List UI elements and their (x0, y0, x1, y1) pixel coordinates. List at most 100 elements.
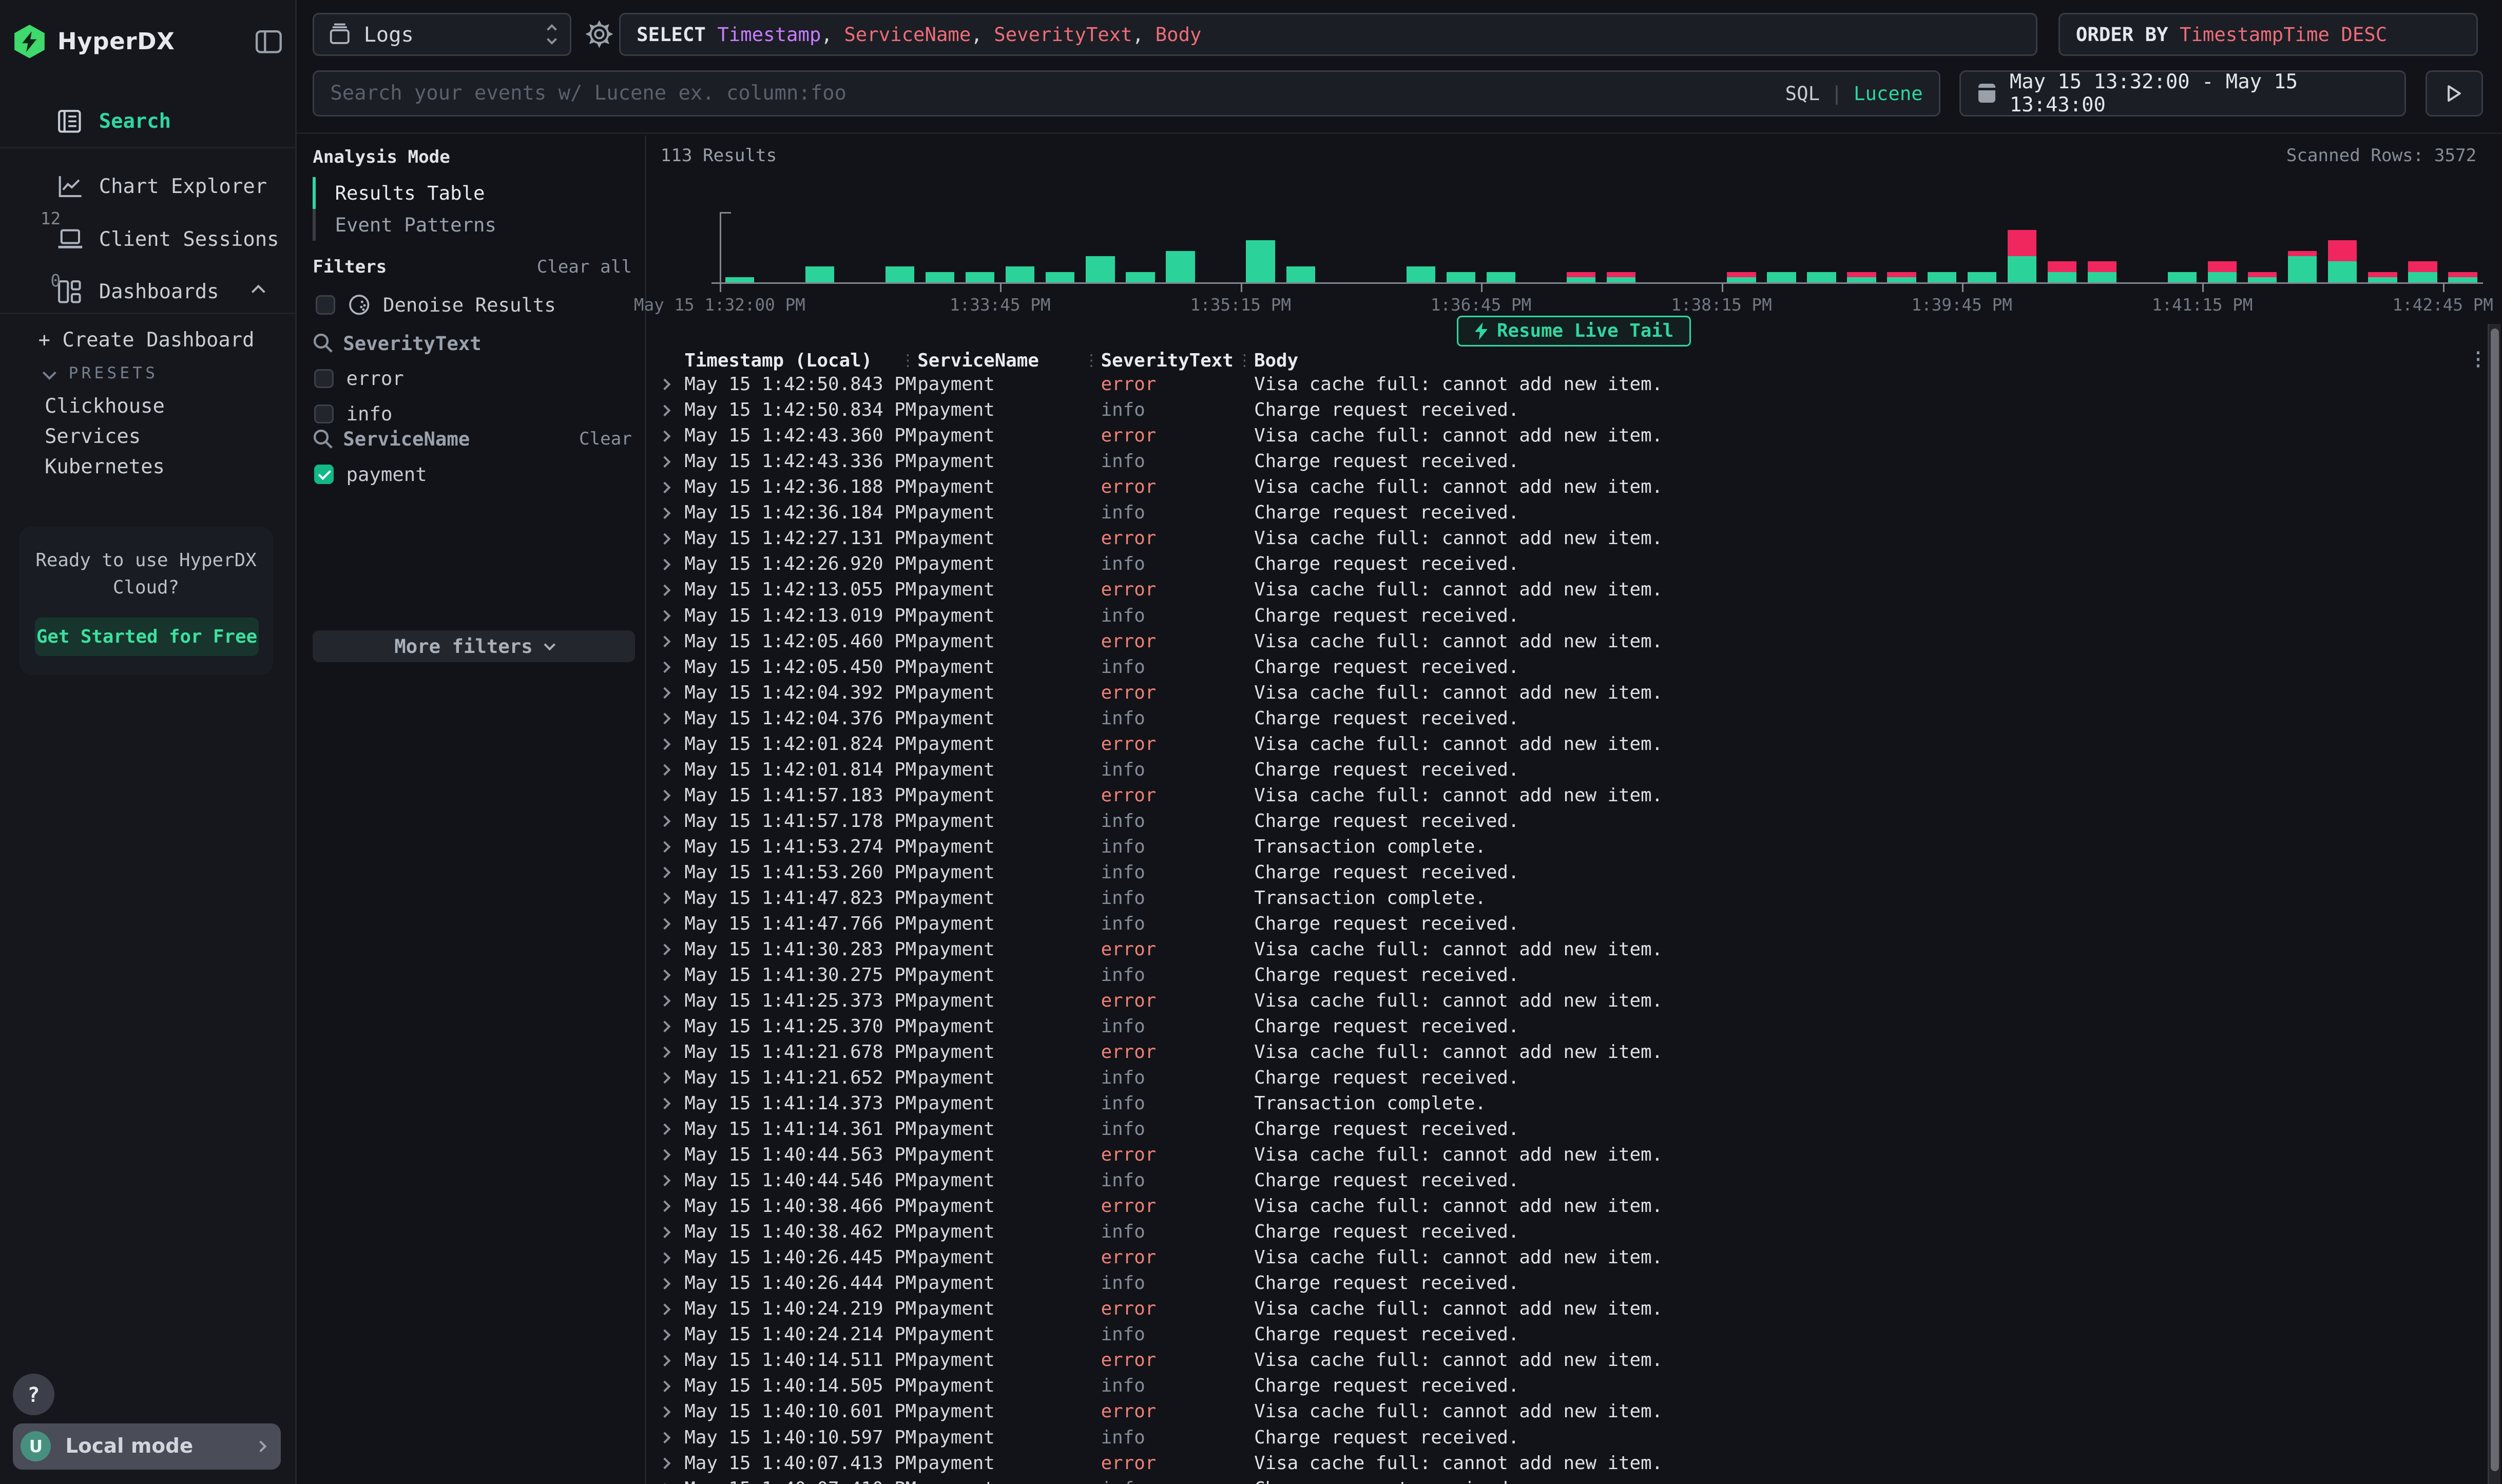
table-row[interactable]: May 15 1:42:36.188 PMpaymenterrorVisa ca… (656, 474, 2482, 500)
cell-severity: info (1101, 911, 1254, 937)
resume-live-tail-button[interactable]: Resume Live Tail (1457, 316, 1691, 346)
preset-item-kubernetes[interactable]: Kubernetes (0, 452, 295, 482)
table-row[interactable]: May 15 1:42:05.450 PMpaymentinfoCharge r… (656, 654, 2482, 680)
run-query-button[interactable] (2426, 70, 2483, 117)
cell-severity: info (1101, 1270, 1254, 1296)
lucene-search-input[interactable]: Search your events w/ Lucene ex. column:… (313, 70, 1940, 117)
clear-all-button[interactable]: Clear all (537, 257, 632, 277)
table-row[interactable]: May 15 1:41:57.183 PMpaymenterrorVisa ca… (656, 783, 2482, 808)
table-row[interactable]: May 15 1:40:10.597 PMpaymentinfoCharge r… (656, 1425, 2482, 1451)
table-row[interactable]: May 15 1:40:07.410 PMpaymentinfoCharge r… (656, 1476, 2482, 1484)
order-by-input[interactable]: ORDER BY TimestampTime DESC (2058, 13, 2478, 56)
x-axis-tick-label: 1:33:45 PM (950, 295, 1050, 315)
cell-severity: info (1101, 603, 1254, 629)
source-select[interactable]: Logs (313, 13, 571, 56)
table-row[interactable]: May 15 1:41:30.275 PMpaymentinfoCharge r… (656, 962, 2482, 988)
preset-item-clickhouse[interactable]: Clickhouse (0, 391, 295, 421)
table-row[interactable]: May 15 1:40:44.563 PMpaymenterrorVisa ca… (656, 1142, 2482, 1168)
preset-item-services[interactable]: Services (0, 421, 295, 452)
table-row[interactable]: May 15 1:41:14.373 PMpaymentinfoTransact… (656, 1091, 2482, 1116)
search-icon[interactable] (313, 429, 333, 449)
table-row[interactable]: May 15 1:40:44.546 PMpaymentinfoCharge r… (656, 1168, 2482, 1193)
sql-toggle[interactable]: SQL (1785, 82, 1820, 105)
table-row[interactable]: May 15 1:40:10.601 PMpaymenterrorVisa ca… (656, 1399, 2482, 1424)
date-range-picker[interactable]: May 15 13:32:00 - May 15 13:43:00 (1959, 70, 2406, 117)
facet-option-label: info (347, 402, 393, 425)
histogram-bucket (2402, 219, 2442, 282)
x-axis-tick (2443, 284, 2445, 292)
table-row[interactable]: May 15 1:40:24.219 PMpaymenterrorVisa ca… (656, 1296, 2482, 1322)
more-filters-button[interactable]: More filters (313, 630, 635, 662)
table-options-kebab-icon[interactable]: ⋮ (2469, 350, 2488, 369)
facet-option-info[interactable]: info (314, 402, 632, 425)
table-row[interactable]: May 15 1:42:36.184 PMpaymentinfoCharge r… (656, 500, 2482, 526)
gear-icon[interactable] (586, 21, 614, 49)
denoise-checkbox[interactable] (316, 295, 335, 314)
table-row[interactable]: May 15 1:42:13.055 PMpaymenterrorVisa ca… (656, 577, 2482, 603)
checkbox[interactable] (314, 465, 333, 484)
histogram-bucket (760, 219, 800, 282)
facet-option-error[interactable]: error (314, 367, 632, 390)
cell-severity: info (1101, 1219, 1254, 1245)
table-row[interactable]: May 15 1:42:05.460 PMpaymenterrorVisa ca… (656, 629, 2482, 654)
table-row[interactable]: May 15 1:41:25.373 PMpaymenterrorVisa ca… (656, 988, 2482, 1014)
sidebar-item-chart-explorer[interactable]: Chart Explorer (0, 163, 295, 210)
table-row[interactable]: May 15 1:40:38.466 PMpaymenterrorVisa ca… (656, 1193, 2482, 1219)
checkbox[interactable] (314, 404, 333, 423)
query-token: TimestampTime DESC (2180, 23, 2387, 46)
table-row[interactable]: May 15 1:40:38.462 PMpaymentinfoCharge r… (656, 1219, 2482, 1245)
facet-clear-button[interactable]: Clear (579, 429, 632, 449)
help-button[interactable]: ? (13, 1374, 54, 1415)
table-row[interactable]: May 15 1:41:57.178 PMpaymentinfoCharge r… (656, 808, 2482, 834)
table-row[interactable]: May 15 1:41:25.370 PMpaymentinfoCharge r… (656, 1014, 2482, 1039)
table-row[interactable]: May 15 1:42:04.392 PMpaymenterrorVisa ca… (656, 680, 2482, 706)
table-row[interactable]: May 15 1:42:43.360 PMpaymenterrorVisa ca… (656, 423, 2482, 449)
table-row[interactable]: May 15 1:41:53.274 PMpaymentinfoTransact… (656, 834, 2482, 860)
table-row[interactable]: May 15 1:40:14.511 PMpaymenterrorVisa ca… (656, 1347, 2482, 1373)
cell-severity: error (1101, 1399, 1254, 1424)
table-row[interactable]: May 15 1:41:53.260 PMpaymentinfoCharge r… (656, 860, 2482, 885)
cell-severity: info (1101, 885, 1254, 911)
table-row[interactable]: May 15 1:42:50.843 PMpaymenterrorVisa ca… (656, 372, 2482, 397)
facet-option-payment[interactable]: payment (314, 463, 632, 486)
table-row[interactable]: May 15 1:41:21.652 PMpaymentinfoCharge r… (656, 1065, 2482, 1091)
lucene-toggle[interactable]: Lucene (1854, 82, 1923, 105)
sidebar-item-label: Chart Explorer (99, 175, 267, 198)
table-row[interactable]: May 15 1:41:47.823 PMpaymentinfoTransact… (656, 885, 2482, 911)
sidebar-collapse-icon[interactable] (255, 30, 282, 54)
search-icon[interactable] (313, 333, 333, 353)
sql-select-input[interactable]: SELECT Timestamp, ServiceName, SeverityT… (619, 13, 2037, 56)
column-resize-handle[interactable]: ⋮ (898, 353, 917, 369)
table-row[interactable]: May 15 1:42:01.824 PMpaymenterrorVisa ca… (656, 731, 2482, 757)
presets-toggle[interactable]: PRESETS (45, 364, 158, 382)
table-row[interactable]: May 15 1:40:14.505 PMpaymentinfoCharge r… (656, 1373, 2482, 1399)
table-row[interactable]: May 15 1:41:14.361 PMpaymentinfoCharge r… (656, 1116, 2482, 1142)
table-row[interactable]: May 15 1:42:27.131 PMpaymenterrorVisa ca… (656, 526, 2482, 551)
table-row[interactable]: May 15 1:42:43.336 PMpaymentinfoCharge r… (656, 449, 2482, 474)
table-row[interactable]: May 15 1:42:26.920 PMpaymentinfoCharge r… (656, 551, 2482, 577)
user-menu[interactable]: U Local mode (13, 1423, 281, 1470)
denoise-option[interactable]: Denoise Results (316, 294, 555, 316)
table-row[interactable]: May 15 1:42:01.814 PMpaymentinfoCharge r… (656, 757, 2482, 783)
mode-results-table[interactable]: Results Table (313, 177, 635, 209)
create-dashboard-button[interactable]: + Create Dashboard (39, 329, 255, 352)
get-started-button[interactable]: Get Started for Free (35, 618, 258, 656)
table-row[interactable]: May 15 1:40:07.413 PMpaymenterrorVisa ca… (656, 1451, 2482, 1476)
table-row[interactable]: May 15 1:41:21.678 PMpaymenterrorVisa ca… (656, 1039, 2482, 1065)
table-row[interactable]: May 15 1:40:26.444 PMpaymentinfoCharge r… (656, 1270, 2482, 1296)
column-resize-handle[interactable]: ⋮ (1082, 353, 1101, 369)
table-row[interactable]: May 15 1:41:30.283 PMpaymenterrorVisa ca… (656, 937, 2482, 962)
sidebar-item-search[interactable]: Search (0, 96, 295, 147)
scrollbar-thumb[interactable] (2491, 329, 2499, 1471)
table-row[interactable]: May 15 1:40:26.445 PMpaymenterrorVisa ca… (656, 1245, 2482, 1270)
table-row[interactable]: May 15 1:42:04.376 PMpaymentinfoCharge r… (656, 706, 2482, 731)
column-resize-handle[interactable]: ⋮ (1235, 353, 1254, 369)
sidebar-item-label: Search (99, 110, 171, 133)
mode-event-patterns[interactable]: Event Patterns (313, 209, 635, 241)
table-row[interactable]: May 15 1:40:24.214 PMpaymentinfoCharge r… (656, 1322, 2482, 1347)
table-row[interactable]: May 15 1:42:50.834 PMpaymentinfoCharge r… (656, 397, 2482, 423)
table-row[interactable]: May 15 1:42:13.019 PMpaymentinfoCharge r… (656, 603, 2482, 629)
checkbox[interactable] (314, 369, 333, 388)
table-row[interactable]: May 15 1:41:47.766 PMpaymentinfoCharge r… (656, 911, 2482, 937)
cell-timestamp: May 15 1:40:44.563 PM (684, 1142, 917, 1168)
